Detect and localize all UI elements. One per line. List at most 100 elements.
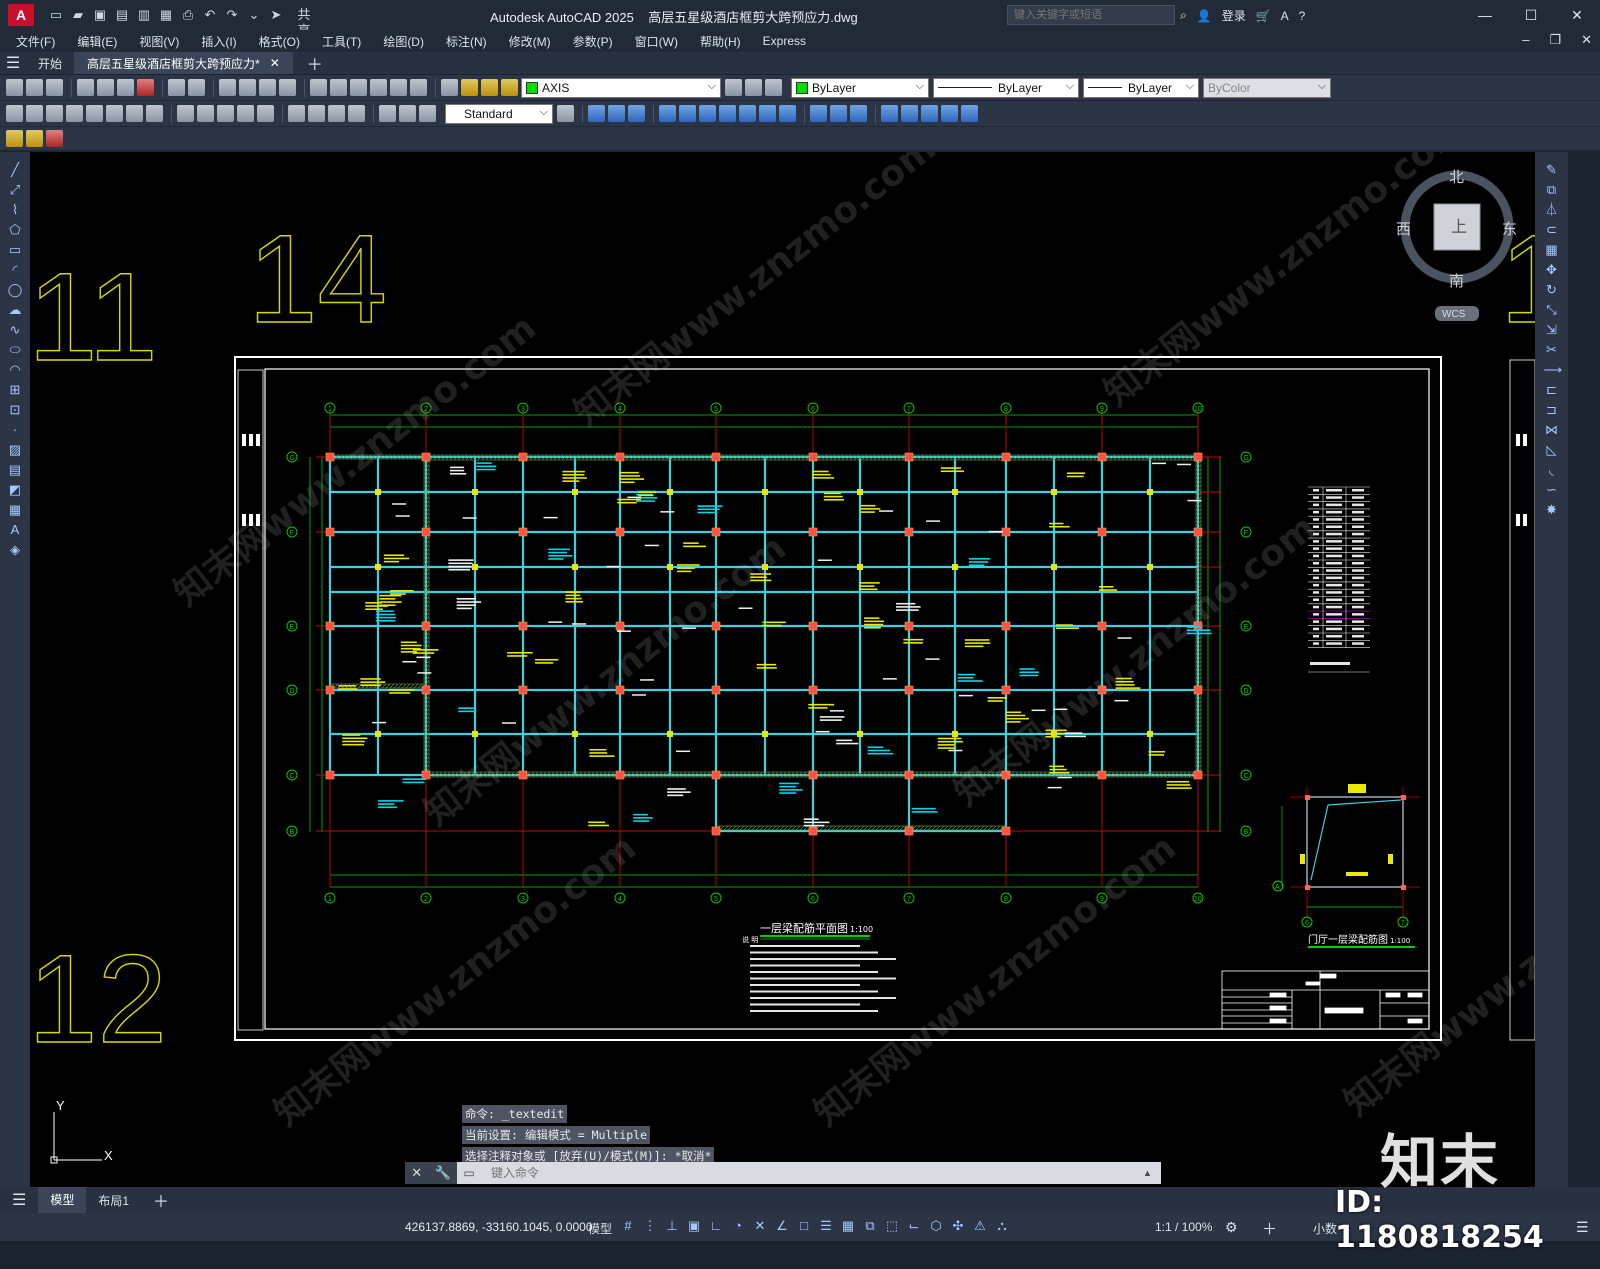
redo-icon[interactable]: ↷ (224, 7, 240, 23)
menu-draw[interactable]: 绘图(D) (383, 33, 424, 50)
radius-dim-icon[interactable] (86, 105, 103, 122)
offset-icon[interactable]: ⊂ (1544, 222, 1560, 238)
text-style-dropdown[interactable]: Standard (445, 103, 553, 124)
minimize-icon[interactable]: — (1462, 0, 1508, 30)
application-menu-button[interactable]: A (8, 4, 34, 26)
angular-dim-icon[interactable] (146, 105, 163, 122)
viewcube-wcs[interactable]: WCS (1442, 309, 1466, 320)
viewcube-west[interactable]: 西 (1396, 220, 1411, 238)
rotate-icon[interactable]: ↻ (1544, 282, 1560, 298)
help-icon[interactable] (410, 79, 427, 96)
clean-icon[interactable] (941, 105, 958, 122)
add-layout-icon[interactable]: ＋ (141, 1188, 181, 1212)
undo-icon[interactable]: ↶ (202, 7, 218, 23)
units-setting[interactable]: 小数 (1313, 1220, 1337, 1237)
check-solid-icon[interactable] (961, 105, 978, 122)
linetype-dropdown[interactable]: ByLayer (933, 77, 1079, 98)
viewcube-east[interactable]: 东 (1502, 220, 1517, 238)
construction-line-icon[interactable]: ⤢ (7, 182, 23, 198)
sheet-set-icon[interactable] (370, 79, 387, 96)
annotation-visibility-icon[interactable]: ⚠ (972, 1218, 988, 1234)
plot-icon[interactable]: ▦ (158, 7, 174, 23)
add-scale-icon[interactable]: ＋ (1262, 1218, 1277, 1239)
tab-close-icon[interactable]: ✕ (270, 56, 280, 70)
scale-icon[interactable]: ⤡ (1544, 302, 1560, 318)
slice-icon[interactable] (739, 105, 756, 122)
lineweight-icon[interactable]: ☰ (818, 1218, 834, 1234)
lineweight-dropdown[interactable]: ByLayer (1083, 77, 1199, 98)
aligned-dim-icon[interactable] (26, 105, 43, 122)
layer-on-icon[interactable] (461, 79, 478, 96)
dim-text-edit-icon[interactable] (399, 105, 416, 122)
model-space-button[interactable]: 模型 (588, 1220, 612, 1237)
save-icon[interactable]: ▣ (92, 7, 108, 23)
isodraft-icon[interactable]: ✕ (752, 1218, 768, 1234)
grid-icon[interactable]: # (620, 1218, 636, 1234)
menu-tools[interactable]: 工具(T) (322, 33, 361, 50)
dynamic-input-icon[interactable]: ▣ (686, 1218, 702, 1234)
edit-attribute-icon[interactable] (26, 130, 43, 147)
erase-icon[interactable]: ✎ (1544, 162, 1560, 178)
layer-state-icon[interactable] (765, 79, 782, 96)
line-icon[interactable]: ╱ (7, 162, 23, 178)
autodesk-icon[interactable]: A (1281, 9, 1289, 23)
qat-dropdown-icon[interactable]: ⌄ (246, 7, 262, 23)
close-icon[interactable]: ✕ (1554, 0, 1600, 30)
multiline-text-icon[interactable]: A (7, 522, 23, 538)
layer-dropdown[interactable]: AXIS (521, 77, 721, 98)
menu-express[interactable]: Express (763, 34, 806, 48)
dim-edit-icon[interactable] (379, 105, 396, 122)
polygon-icon[interactable]: ⬠ (7, 222, 23, 238)
cart-icon[interactable]: 🛒 (1256, 9, 1271, 23)
new-icon[interactable] (6, 79, 23, 96)
mirror-icon[interactable]: ⏃ (1544, 202, 1560, 218)
layer-freeze-icon[interactable] (481, 79, 498, 96)
dwf-icon[interactable] (137, 79, 154, 96)
annotation-scale[interactable]: 1:1 / 100% (1155, 1220, 1212, 1234)
point-icon[interactable]: · (7, 422, 23, 438)
menu-view[interactable]: 视图(V) (139, 33, 179, 50)
join-icon[interactable]: ⋈ (1544, 422, 1560, 438)
search-input[interactable] (1007, 5, 1175, 25)
insert-block-icon[interactable]: ⊞ (7, 382, 23, 398)
jogged-linear-icon[interactable] (348, 105, 365, 122)
union-icon[interactable] (608, 105, 625, 122)
command-customize-icon[interactable]: 🔧 (435, 1165, 451, 1181)
loft-icon[interactable] (719, 105, 736, 122)
explode-icon[interactable]: ✸ (1544, 502, 1560, 518)
extract-edges-icon[interactable] (881, 105, 898, 122)
doc-minimize-icon[interactable]: – (1522, 32, 1529, 48)
color-dropdown[interactable]: ByLayer (791, 77, 929, 98)
rectangle-icon[interactable]: ▭ (7, 242, 23, 258)
edit-block-icon[interactable] (46, 130, 63, 147)
subtract-icon[interactable] (628, 105, 645, 122)
share-button[interactable]: 共享 (296, 7, 312, 38)
fillet-edge-icon[interactable] (830, 105, 847, 122)
save-as-icon[interactable]: ▤ (114, 7, 130, 23)
command-recent-icon[interactable]: ▭ (457, 1166, 481, 1180)
command-close-icon[interactable]: ✕ (411, 1165, 422, 1181)
plot-preview-icon[interactable] (97, 79, 114, 96)
ordinate-dim-icon[interactable] (66, 105, 83, 122)
make-block-icon[interactable]: ⊡ (7, 402, 23, 418)
layer-lock-icon[interactable] (501, 79, 518, 96)
tab-layout1[interactable]: 布局1 (86, 1192, 141, 1209)
zoom-realtime-icon[interactable] (239, 79, 256, 96)
command-input[interactable] (481, 1163, 1143, 1183)
dim-update-icon[interactable] (419, 105, 436, 122)
revolve-icon[interactable] (679, 105, 696, 122)
linear-dim-icon[interactable] (6, 105, 23, 122)
drawing-canvas[interactable]: 11 14 12 1 1 1 2 2 3 3 4 4 5 5 6 6 7 7 8… (30, 152, 1535, 1187)
maximize-icon[interactable]: ☐ (1508, 0, 1554, 30)
share-icon[interactable]: ➤ (268, 7, 284, 23)
layer-properties-icon[interactable] (441, 79, 458, 96)
ellipse-arc-icon[interactable]: ◠ (7, 362, 23, 378)
tab-model[interactable]: 模型 (38, 1187, 87, 1213)
cursor-coordinates[interactable]: 426137.8869, -33160.1045, 0.0000 (405, 1220, 593, 1234)
calculator-icon[interactable] (390, 79, 407, 96)
trim-icon[interactable]: ✂ (1544, 342, 1560, 358)
menu-format[interactable]: 格式(O) (259, 33, 300, 50)
menu-insert[interactable]: 插入(I) (201, 33, 236, 50)
gizmo-icon[interactable]: ✣ (950, 1218, 966, 1234)
jogged-dim-icon[interactable] (106, 105, 123, 122)
